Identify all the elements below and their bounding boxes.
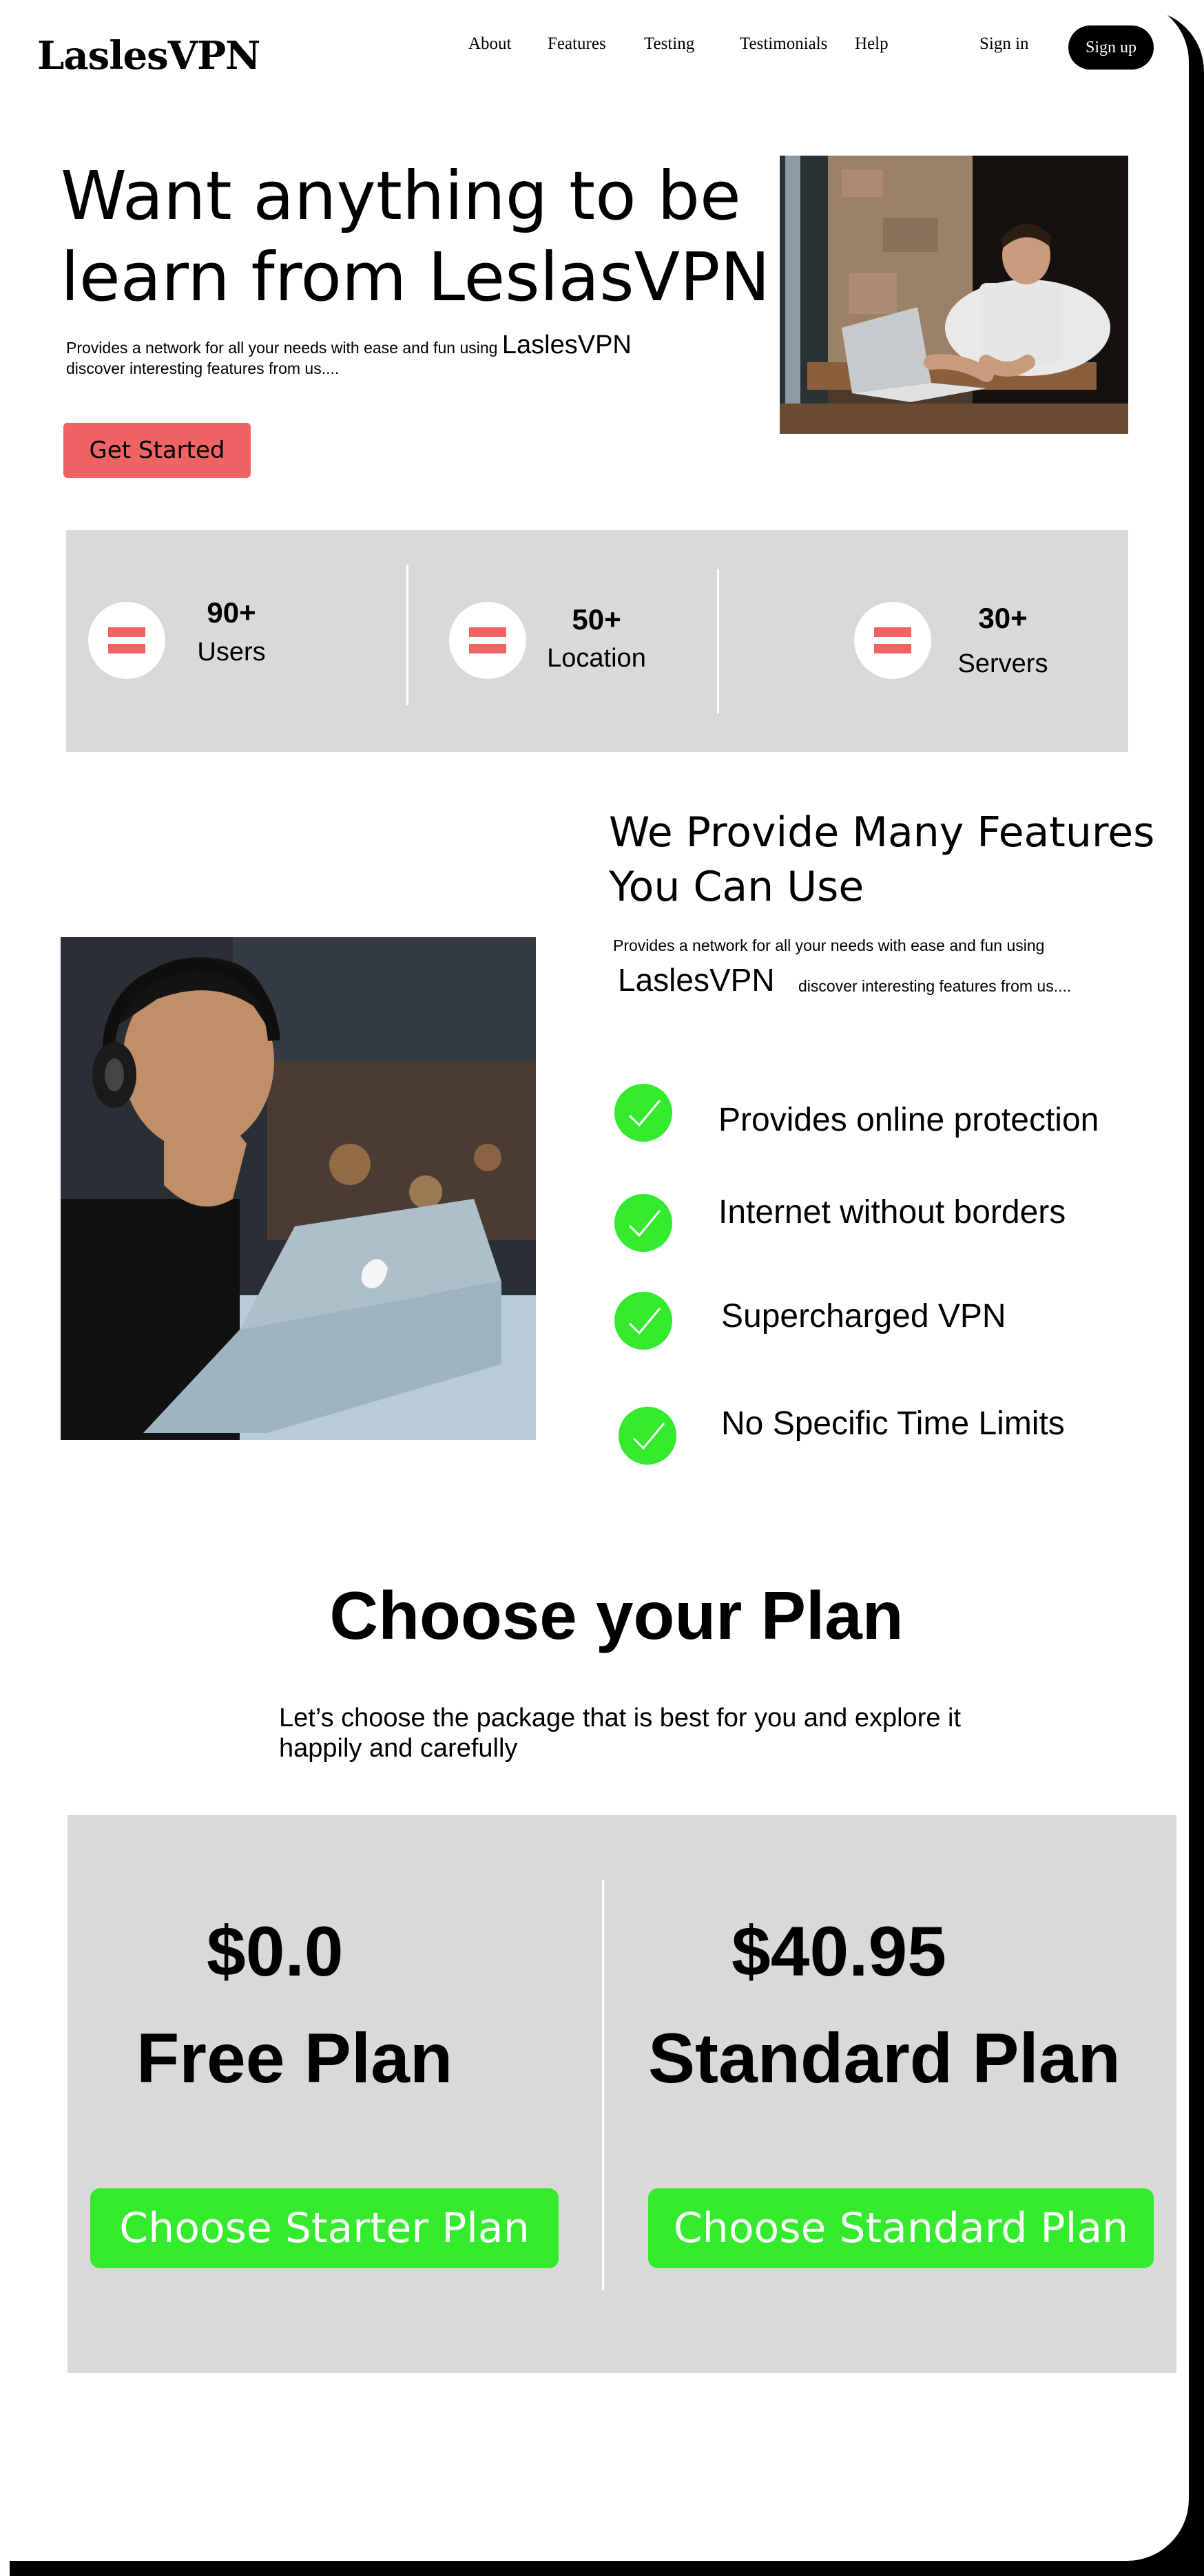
check-icon (614, 1084, 672, 1142)
hero-photo-man-laptop (780, 156, 1128, 434)
stats-panel: 90+ Users 50+ Location 30+ Servers (66, 530, 1128, 752)
hero-desc-brand: LaslesVPN (501, 331, 632, 359)
stats-divider (406, 565, 408, 705)
choose-starter-plan-button[interactable]: Choose Starter Plan (90, 2188, 559, 2268)
stat-users-label: Users (197, 638, 266, 667)
hero-desc-text-2: discover interesting features from us...… (66, 359, 340, 377)
nav-testing[interactable]: Testing (644, 34, 694, 54)
features-photo-man-headphones (61, 937, 536, 1440)
location-icon (449, 602, 526, 679)
get-started-button[interactable]: Get Started (63, 423, 251, 478)
plans-subtitle: Let’s choose the package that is best fo… (279, 1704, 962, 1763)
feature-item-protection: Provides online protection (718, 1102, 1099, 1138)
hero-description: Provides a network for all your needs wi… (66, 332, 714, 379)
features-title: We Provide Many Features You Can Use (609, 808, 1155, 911)
plans-divider (602, 1880, 604, 2290)
feature-item-supercharged: Supercharged VPN (721, 1298, 1006, 1334)
standard-plan-price: $40.95 (731, 1912, 946, 1991)
page-frame: LaslesVPN About Features Testing Testimo… (0, 0, 1189, 2561)
stats-divider (717, 569, 719, 713)
check-icon (619, 1407, 676, 1465)
hero-title: Want anything to be learn from LeslasVPN (61, 157, 771, 316)
nav-features[interactable]: Features (548, 34, 606, 54)
features-desc-brand: LaslesVPN (618, 962, 775, 998)
check-icon (614, 1292, 672, 1350)
nav-about[interactable]: About (468, 34, 512, 54)
stat-location-value: 50+ (572, 603, 621, 636)
signin-link[interactable]: Sign in (979, 34, 1029, 54)
stat-users-value: 90+ (207, 596, 256, 629)
stat-location-label: Location (547, 644, 646, 673)
signup-button[interactable]: Sign up (1068, 25, 1154, 70)
plans-panel: $0.0 Free Plan Choose Starter Plan $40.9… (68, 1815, 1176, 2373)
stat-servers-label: Servers (957, 649, 1048, 678)
hero-desc-text-1: Provides a network for all your needs wi… (66, 339, 498, 357)
nav-testimonials[interactable]: Testimonials (740, 34, 827, 54)
stat-servers-value: 30+ (978, 602, 1028, 634)
standard-plan-name: Standard Plan (648, 2019, 1121, 2097)
free-plan-name: Free Plan (136, 2019, 453, 2097)
servers-icon (854, 602, 931, 679)
users-icon (88, 602, 165, 679)
feature-item-borders: Internet without borders (718, 1194, 1066, 1231)
logo[interactable]: LaslesVPN (37, 33, 260, 78)
feature-item-time-limits: No Specific Time Limits (721, 1405, 1065, 1442)
plans-heading: Choose your Plan (329, 1578, 904, 1653)
hero-photo-illustration (780, 156, 1128, 434)
features-desc-text-1: Provides a network for all your needs wi… (613, 936, 1045, 954)
choose-standard-plan-button[interactable]: Choose Standard Plan (648, 2188, 1154, 2268)
features-photo-illustration (61, 937, 536, 1440)
free-plan-price: $0.0 (207, 1912, 344, 1991)
check-icon (614, 1194, 672, 1252)
features-desc-text-2: discover interesting features from us...… (798, 977, 1072, 995)
nav-help[interactable]: Help (855, 34, 889, 54)
